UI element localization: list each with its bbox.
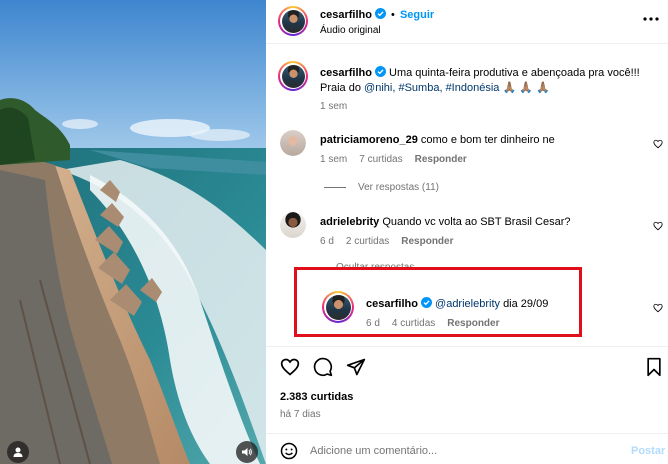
more-options-icon[interactable]: [643, 16, 659, 22]
reply-username[interactable]: cesarfilho: [366, 298, 418, 310]
verified-badge-icon: [374, 66, 386, 77]
post-side-panel: cesarfilho • Seguir Áudio original cesar…: [266, 0, 668, 464]
commenter-avatar[interactable]: [280, 130, 306, 156]
author-username[interactable]: cesarfilho: [320, 9, 372, 21]
like-count[interactable]: 2.383 curtidas: [280, 391, 353, 403]
post-date[interactable]: há 7 dias: [280, 409, 321, 420]
reply-comment: cesarfilho @adrielebrity dia 29/09: [366, 297, 626, 310]
comment: adrielebrity Quando vc volta ao SBT Bras…: [320, 216, 640, 228]
audio-label[interactable]: Áudio original: [320, 25, 381, 36]
post-actions: 2.383 curtidas há 7 dias Postar: [266, 346, 668, 464]
beach-photo: [0, 0, 266, 464]
comment-username[interactable]: patriciamoreno_29: [320, 134, 418, 146]
speaker-icon: [242, 448, 252, 456]
follow-button[interactable]: Seguir: [400, 9, 434, 21]
user-tag-button[interactable]: [7, 441, 29, 463]
comment-meta: 6 d2 curtidas Responder: [320, 236, 454, 247]
post-photo[interactable]: [0, 0, 266, 464]
comment: patriciamoreno_29 como e bom ter dinheir…: [320, 134, 640, 146]
paper-plane-icon[interactable]: [346, 357, 366, 377]
post-comment-button[interactable]: Postar: [631, 445, 665, 457]
heart-icon[interactable]: [653, 303, 663, 313]
caption-username[interactable]: cesarfilho: [320, 67, 372, 79]
heart-icon[interactable]: [653, 221, 663, 231]
reply-button[interactable]: Responder: [415, 154, 467, 165]
reply-meta: 6 d4 curtidas Responder: [366, 318, 500, 329]
comment-meta: 1 sem 7 curtidas Responder: [320, 154, 467, 165]
mention-link[interactable]: @nihi,: [364, 82, 395, 94]
mention-link[interactable]: @adrielebrity: [435, 298, 500, 310]
comment-text: como e bom ter dinheiro ne: [420, 134, 555, 146]
hashtag-link[interactable]: #Sumba,: [398, 82, 442, 94]
caption-text: Uma quinta-feira produtiva e abençoada p…: [389, 67, 640, 79]
commenter-avatar[interactable]: [280, 212, 306, 238]
hashtag-link[interactable]: #Indonésia: [446, 82, 500, 94]
comment-username[interactable]: adrielebrity: [320, 216, 379, 228]
reply-button[interactable]: Responder: [447, 318, 499, 329]
post-header: cesarfilho • Seguir Áudio original: [266, 0, 668, 44]
heart-icon[interactable]: [653, 139, 663, 149]
reply-text: dia 29/09: [503, 298, 549, 310]
reply-avatar[interactable]: [322, 291, 354, 323]
smiley-icon[interactable]: [280, 442, 298, 460]
comment-text: Quando vc volta ao SBT Brasil Cesar?: [382, 216, 571, 228]
user-tag-icon: [13, 447, 23, 457]
caption-emojis: 🙏🏽 🙏🏽 🙏🏽: [502, 82, 550, 94]
sound-toggle-button[interactable]: [236, 441, 258, 463]
reply-button[interactable]: Responder: [401, 236, 453, 247]
bookmark-icon[interactable]: [644, 357, 664, 377]
caption-avatar[interactable]: [278, 61, 308, 91]
comment-bar: Postar: [266, 433, 668, 464]
caption: cesarfilho Uma quinta-feira produtiva e …: [320, 66, 640, 94]
verified-badge-icon: [374, 8, 386, 19]
author-avatar[interactable]: [278, 6, 308, 36]
heart-icon[interactable]: [280, 357, 300, 377]
caption-time[interactable]: 1 sem: [320, 101, 347, 112]
comment-input[interactable]: [310, 442, 580, 460]
verified-badge-icon: [420, 297, 432, 308]
view-replies-button[interactable]: Ver respostas (11): [324, 182, 451, 193]
comment-bubble-icon[interactable]: [313, 357, 333, 377]
